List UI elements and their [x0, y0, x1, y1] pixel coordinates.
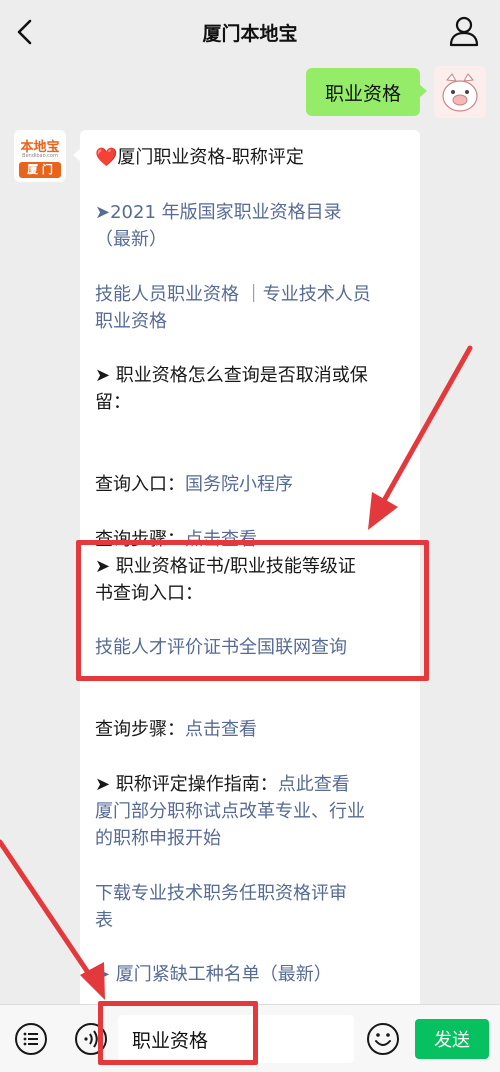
steps2-label: 查询步骤： — [95, 719, 185, 740]
menu-icon[interactable] — [14, 1022, 48, 1056]
steps2-link[interactable]: 点击查看 — [185, 719, 257, 740]
logo-url: Bendibao.com — [22, 153, 58, 159]
steps2-row: 查询步骤：点击查看 — [95, 689, 415, 743]
my-avatar[interactable] — [434, 66, 486, 118]
reform-link[interactable]: 厦门部分职称试点改革专业、行业 的职称申报开始 — [95, 798, 415, 852]
back-icon[interactable] — [10, 16, 40, 48]
account-avatar[interactable]: 本地宝 Bendibao.com 厦 门 — [14, 130, 66, 182]
title-guide-link[interactable]: 点此查看 — [278, 774, 350, 795]
sent-message-text: 职业资格 — [324, 82, 401, 105]
query-cancel-text: ➤ 职业资格怎么查询是否取消或保 留： — [95, 365, 368, 413]
title-guide-label: ➤ 职称评定操作指南： — [95, 774, 278, 795]
catalog-link[interactable]: ➤2021 年版国家职业资格目录 （最新） — [95, 199, 415, 253]
logo-city: 厦 门 — [19, 162, 61, 178]
profile-icon[interactable] — [448, 14, 480, 48]
entry-label: 查询入口： — [95, 474, 185, 495]
cartoon-avatar-icon — [434, 66, 486, 118]
shortage-link[interactable]: ➤ 厦门紧缺工种名单（最新） — [95, 961, 415, 988]
entry-row: 查询入口：国务院小程序 — [95, 444, 415, 498]
message-heading: ❤️厦门职业资格-职称评定 — [95, 147, 304, 168]
input-highlight-box — [98, 1001, 258, 1065]
send-button[interactable]: 发送 — [415, 1019, 489, 1059]
download-link[interactable]: 下载专业技术职务任职资格评审 表 — [95, 880, 415, 934]
emoji-icon[interactable] — [366, 1022, 400, 1056]
sent-message-bubble[interactable]: 职业资格 — [306, 68, 427, 116]
page-title: 厦门本地宝 — [202, 22, 298, 45]
skill-professional-link[interactable]: 技能人员职业资格 ｜专业技术人员 职业资格 — [95, 281, 415, 335]
title-guide-row: ➤ 职称评定操作指南：点此查看 — [95, 744, 415, 798]
highlight-box — [76, 540, 429, 681]
entry-link[interactable]: 国务院小程序 — [185, 474, 293, 495]
chat-header: 厦门本地宝 — [0, 0, 500, 64]
